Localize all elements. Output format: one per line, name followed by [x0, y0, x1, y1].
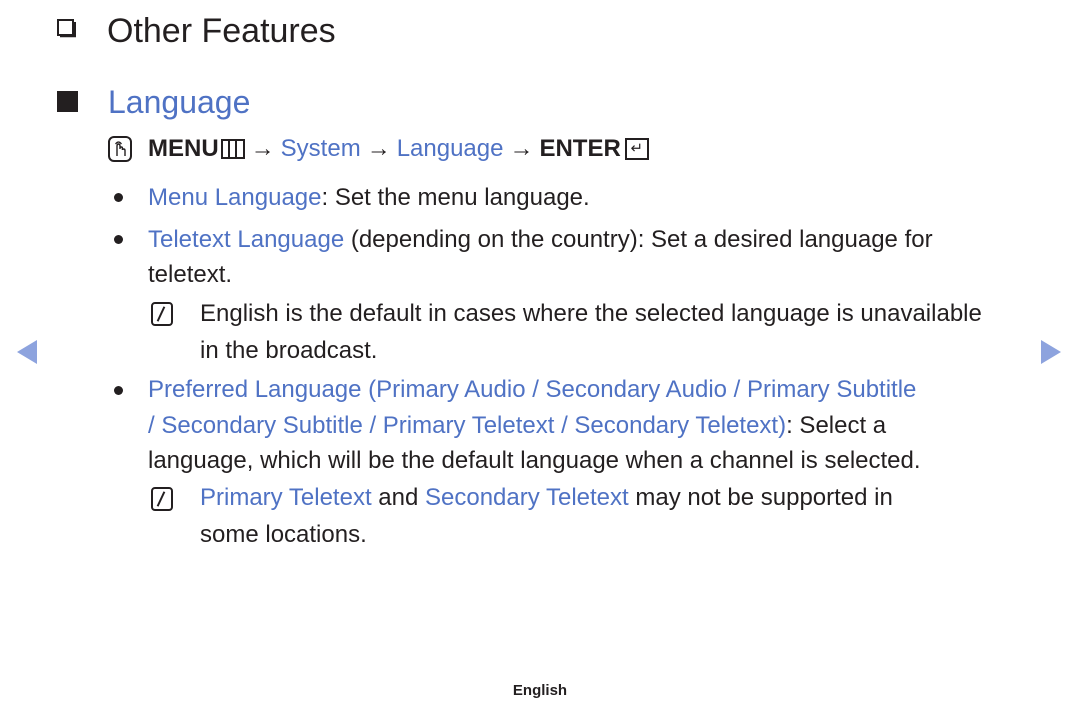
item-text-continued: teletext.	[148, 261, 233, 288]
path-arrow: →	[250, 135, 275, 162]
menu-path: MENU → System → Language → ENTER ↵	[108, 134, 649, 164]
term-preferred-language: Preferred Language (Primary Audio / Seco…	[148, 376, 917, 403]
enter-label: ENTER	[539, 135, 621, 162]
note-icon	[151, 487, 173, 511]
filled-square-bullet-icon	[57, 91, 78, 112]
previous-page-arrow-icon[interactable]	[17, 340, 37, 364]
note-conjunction: and	[371, 484, 425, 511]
list-item-teletext-language: Teletext Language (depending on the coun…	[148, 222, 933, 258]
item-text: (depending on the country): Set a desire…	[344, 226, 933, 253]
bullet-icon	[114, 386, 123, 395]
bullet-icon	[114, 193, 123, 202]
term-menu-language: Menu Language	[148, 184, 322, 211]
enter-return-icon: ↵	[624, 138, 649, 160]
term-preferred-language-continued: / Secondary Subtitle / Primary Teletext …	[148, 412, 787, 439]
note-icon	[151, 302, 173, 326]
note-text-continued: some locations.	[200, 521, 367, 548]
next-page-arrow-icon[interactable]	[1041, 340, 1061, 364]
footer-language: English	[512, 682, 568, 699]
item-text: : Set the menu language.	[321, 184, 590, 211]
term-teletext-language: Teletext Language	[148, 226, 345, 253]
term-primary-teletext: Primary Teletext	[200, 484, 372, 511]
path-arrow: →	[509, 135, 534, 162]
note-text: English is the default in cases where th…	[200, 300, 982, 327]
page-title: Other Features	[107, 12, 336, 50]
menu-label: MENU	[148, 135, 219, 162]
path-arrow: →	[366, 135, 391, 162]
path-language: Language	[396, 135, 504, 162]
bullet-icon	[114, 235, 123, 244]
term-secondary-teletext: Secondary Teletext	[425, 484, 629, 511]
remote-hand-icon	[108, 136, 132, 162]
note-text: Primary Teletext and Secondary Teletext …	[200, 480, 893, 516]
list-item-preferred-language: / Secondary Subtitle / Primary Teletext …	[148, 408, 886, 444]
item-text: : Select a	[786, 412, 887, 439]
note-text-body: may not be supported in	[628, 484, 893, 511]
menu-grid-icon	[220, 139, 245, 159]
note-text-continued: in the broadcast.	[200, 337, 378, 364]
item-text-continued: language, which will be the default lang…	[148, 447, 921, 474]
list-item-menu-language: Menu Language: Set the menu language.	[148, 180, 590, 216]
path-system: System	[280, 135, 361, 162]
hollow-square-bullet-icon	[57, 19, 77, 38]
section-title: Language	[108, 84, 251, 120]
